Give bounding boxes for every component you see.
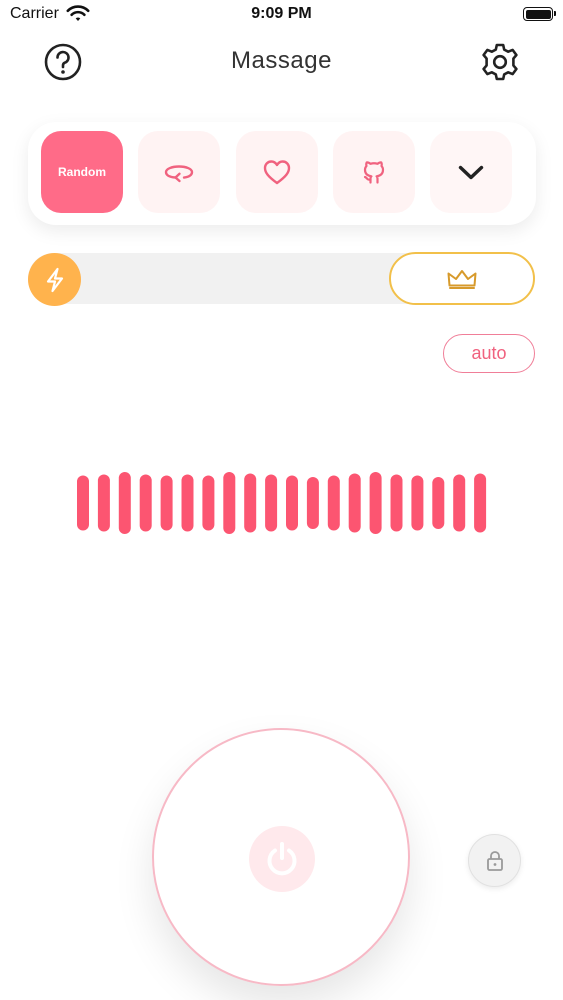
visualizer-bar [160, 475, 173, 531]
visualizer-bar [453, 474, 466, 532]
visualizer-bar [77, 475, 89, 531]
visualizer-bar [223, 472, 236, 534]
visualizer-bar [118, 472, 131, 534]
power-icon [267, 842, 297, 876]
visualizer-bar [411, 475, 424, 531]
visualizer-bar [202, 475, 215, 531]
visualizer-bar [244, 473, 257, 533]
visualizer-bar [97, 474, 110, 532]
visualizer-bar [306, 477, 319, 529]
visualizer-bar [139, 474, 152, 532]
visualizer-bar [390, 474, 403, 532]
visualizer-bar [181, 474, 194, 532]
lock-icon [486, 850, 503, 871]
power-button[interactable] [249, 826, 315, 892]
visualizer-bar [369, 472, 382, 534]
visualizer-bar [474, 473, 487, 533]
visualizer-bar [348, 473, 361, 533]
visualizer-bar [265, 474, 278, 532]
lock-button[interactable] [468, 834, 521, 887]
visualizer-bar [286, 475, 298, 531]
visualizer-bar [432, 477, 445, 529]
visualizer-bar [327, 475, 340, 531]
